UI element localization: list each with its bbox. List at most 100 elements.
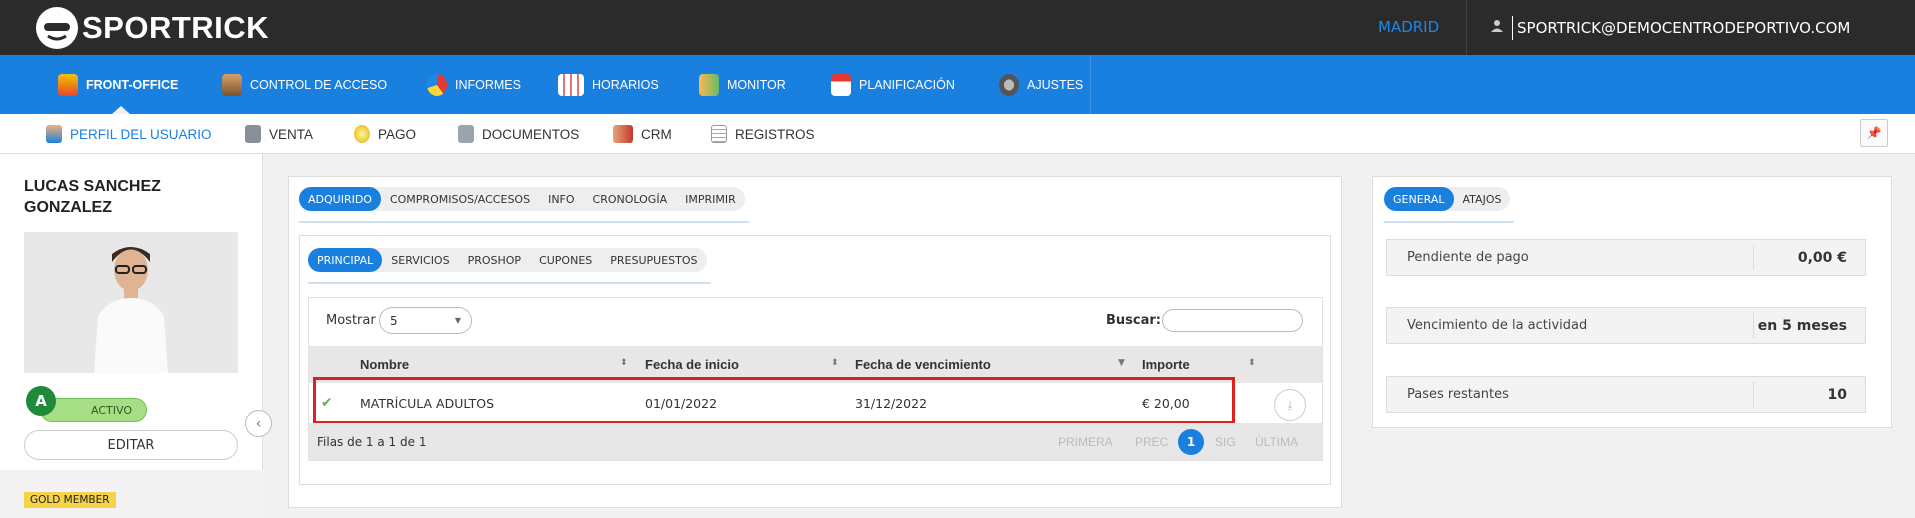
subnav-registros[interactable]: REGISTROS <box>711 114 815 154</box>
nav-label: FRONT-OFFICE <box>86 77 179 92</box>
sort-both-icon[interactable]: ⬍ <box>620 358 628 368</box>
show-label: Mostrar <box>326 313 376 328</box>
user-full-name: LUCAS SANCHEZ GONZALEZ <box>24 176 161 218</box>
notepad-icon <box>711 125 727 143</box>
user-name-line1: LUCAS SANCHEZ <box>24 178 161 195</box>
nav-planificacion[interactable]: PLANIFICACIÓN <box>831 55 955 114</box>
nav-monitor[interactable]: MONITOR <box>699 55 786 114</box>
col-fecha-inicio[interactable]: Fecha de inicio <box>645 357 739 372</box>
summary-value: 10 <box>1753 382 1865 407</box>
tab-proshop[interactable]: PROSHOP <box>459 248 530 272</box>
brand-logo[interactable]: SPORTRICK <box>36 7 269 49</box>
gear-icon <box>999 73 1019 96</box>
status-badge: ACTIVO <box>40 398 147 422</box>
front-office-icon <box>58 73 78 96</box>
tab-presupuestos[interactable]: PRESUPUESTOS <box>601 248 706 272</box>
sort-desc-icon[interactable]: ▼ <box>1118 358 1125 368</box>
page-current[interactable]: 1 <box>1178 429 1204 455</box>
nav-divider <box>1090 55 1091 114</box>
user-icon <box>1490 19 1504 37</box>
chevron-down-icon: ▼ <box>454 316 461 325</box>
nav-label: PLANIFICACIÓN <box>859 77 955 92</box>
user-menu[interactable]: SPORTRICK@DEMOCENTRODEPORTIVO.COM <box>1490 16 1850 40</box>
tab-cupones[interactable]: CUPONES <box>530 248 601 272</box>
active-nav-caret <box>112 106 130 114</box>
subnav-pago[interactable]: PAGO <box>354 114 416 154</box>
edit-profile-button[interactable]: EDITAR <box>24 430 238 460</box>
page-prev[interactable]: PREC <box>1135 435 1168 449</box>
nav-control-de-acceso[interactable]: CONTROL DE ACCESO <box>222 55 387 114</box>
user-name-line2: GONZALEZ <box>24 199 112 216</box>
summary-row-expiry: Vencimiento de la actividad en 5 meses <box>1386 307 1866 344</box>
access-control-icon <box>222 73 242 96</box>
table-footer <box>309 423 1322 460</box>
calendar-grid-icon <box>558 73 584 96</box>
subnav-label: PAGO <box>378 126 417 142</box>
page-first[interactable]: PRIMERA <box>1058 435 1113 449</box>
nav-label: MONITOR <box>727 77 786 92</box>
tab-adquirido[interactable]: ADQUIRIDO <box>299 187 381 211</box>
purchases-tabs: ADQUIRIDO COMPROMISOS/ACCESOS INFO CRONO… <box>299 187 745 211</box>
subnav-perfil-del-usuario[interactable]: PERFIL DEL USUARIO <box>46 114 212 154</box>
col-nombre[interactable]: Nombre <box>360 357 409 372</box>
user-photo[interactable] <box>24 232 238 373</box>
coin-icon <box>354 125 370 143</box>
page-last[interactable]: ÚLTIMA <box>1255 435 1298 449</box>
subnav-venta[interactable]: VENTA <box>245 114 313 154</box>
tab-imprimir[interactable]: IMPRIMIR <box>676 187 745 211</box>
category-tabs-underline <box>308 282 711 284</box>
avatar <box>24 232 238 373</box>
tab-atajos[interactable]: ATAJOS <box>1454 187 1511 211</box>
tab-cronologia[interactable]: CRONOLOGÍA <box>584 187 677 211</box>
subnav-label: REGISTROS <box>735 126 815 142</box>
nav-label: CONTROL DE ACCESO <box>250 77 388 92</box>
subnav-documentos[interactable]: DOCUMENTOS <box>458 114 579 154</box>
tab-principal[interactable]: PRINCIPAL <box>308 248 383 272</box>
tab-general[interactable]: GENERAL <box>1384 187 1454 211</box>
summary-label: Pases restantes <box>1407 387 1509 402</box>
summary-label: Vencimiento de la actividad <box>1407 318 1588 333</box>
gold-member-tag: GOLD MEMBER <box>24 492 116 508</box>
tab-servicios[interactable]: SERVICIOS <box>382 248 458 272</box>
subnav-label: PERFIL DEL USUARIO <box>70 126 212 142</box>
download-icon: ⤓ <box>1287 397 1293 412</box>
subnav-label: CRM <box>641 126 672 142</box>
col-fecha-vencimiento[interactable]: Fecha de vencimiento <box>855 357 991 372</box>
summary-tabs-underline <box>1384 221 1514 223</box>
pin-button[interactable]: 📌 <box>1860 119 1888 147</box>
pie-chart-icon <box>427 73 447 96</box>
tab-compromisos[interactable]: COMPROMISOS/ACCESOS <box>381 187 539 211</box>
user-email: SPORTRICK@DEMOCENTRODEPORTIVO.COM <box>1517 19 1851 37</box>
user-icon <box>46 125 62 143</box>
category-tabs: PRINCIPAL SERVICIOS PROSHOP CUPONES PRES… <box>308 248 707 272</box>
row-action-button[interactable]: ⤓ <box>1274 389 1306 421</box>
summary-value: 0,00 € <box>1753 245 1865 270</box>
col-importe[interactable]: Importe <box>1142 357 1190 372</box>
page-size-select[interactable]: 5 ▼ <box>379 307 472 334</box>
member-level-badge: A <box>26 386 56 416</box>
rows-info: Filas de 1 a 1 de 1 <box>317 435 427 449</box>
highlight-box <box>313 377 1235 424</box>
nav-label: AJUSTES <box>1027 77 1084 92</box>
nav-horarios[interactable]: HORARIOS <box>558 55 659 114</box>
sort-both-icon[interactable]: ⬍ <box>1248 358 1256 368</box>
summary-row-passes: Pases restantes 10 <box>1386 376 1866 413</box>
collapse-panel-button[interactable]: ‹ <box>245 410 272 437</box>
sportrick-logo-icon <box>36 7 78 49</box>
brand-name: SPORTRICK <box>82 10 270 45</box>
sort-both-icon[interactable]: ⬍ <box>831 358 839 368</box>
tab-info[interactable]: INFO <box>539 187 583 211</box>
table-search-input[interactable] <box>1162 309 1303 332</box>
summary-label: Pendiente de pago <box>1407 250 1529 265</box>
nav-label: HORARIOS <box>592 77 659 92</box>
page-next[interactable]: SIG <box>1215 435 1236 449</box>
handshake-icon <box>613 125 633 143</box>
people-icon <box>699 73 719 96</box>
nav-informes[interactable]: INFORMES <box>427 55 521 114</box>
nav-ajustes[interactable]: AJUSTES <box>999 55 1083 114</box>
tabs-underline <box>299 221 749 223</box>
summary-value: en 5 meses <box>1753 313 1865 338</box>
city-selector[interactable]: MADRID <box>1378 18 1439 36</box>
subnav-crm[interactable]: CRM <box>613 114 672 154</box>
summary-tabs: GENERAL ATAJOS <box>1384 187 1511 211</box>
